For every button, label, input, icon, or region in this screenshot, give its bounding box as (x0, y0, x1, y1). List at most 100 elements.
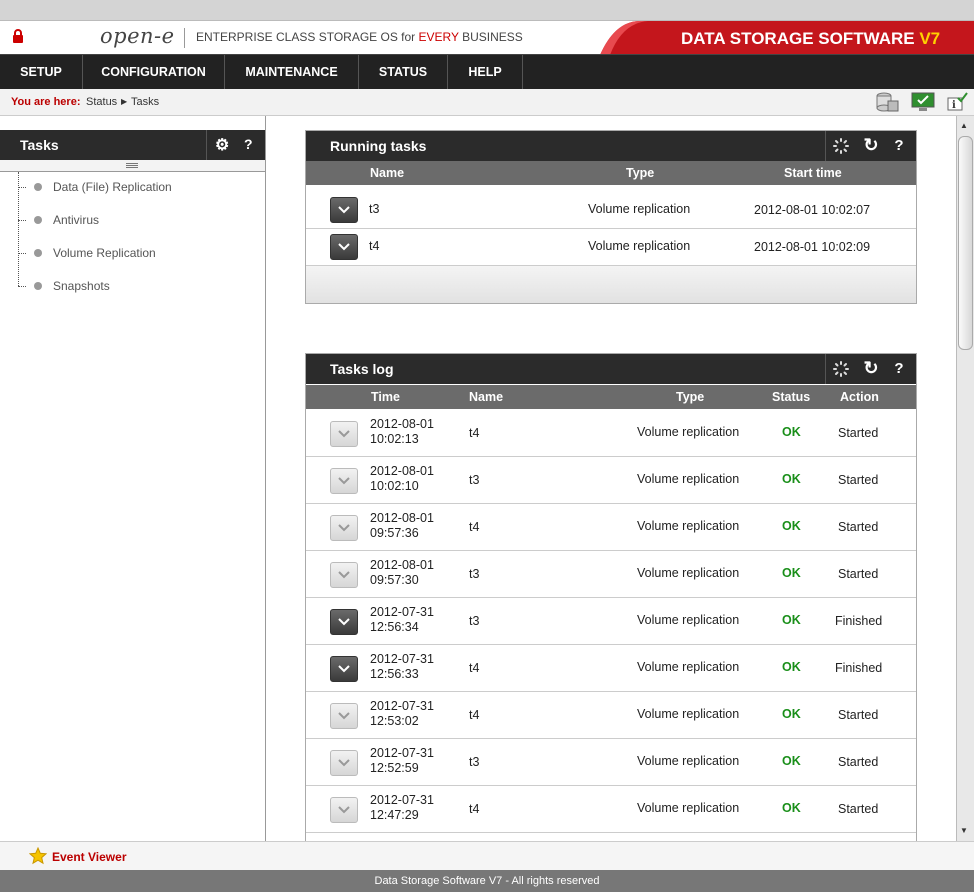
column-start-time[interactable]: Start time (784, 166, 842, 180)
column-status[interactable]: Status (772, 390, 810, 404)
divider (825, 131, 826, 161)
column-name[interactable]: Name (370, 166, 404, 180)
log-date: 2012-07-31 (370, 793, 434, 807)
scrollbar-thumb[interactable] (958, 136, 973, 350)
expand-button[interactable] (330, 562, 358, 588)
log-date: 2012-08-01 (370, 511, 434, 525)
column-name[interactable]: Name (469, 390, 503, 404)
sidebar-item-data-file-replication[interactable]: Data (File) Replication (53, 180, 172, 194)
chevron-down-icon (338, 712, 350, 720)
sidebar-item-volume-replication[interactable]: Volume Replication (53, 246, 156, 260)
tasks-log-header: Tasks log ↻ ? (306, 354, 916, 384)
spinner-icon[interactable] (832, 137, 850, 155)
log-task-name: t4 (469, 708, 480, 722)
help-icon[interactable]: ? (244, 136, 253, 152)
log-time: 09:57:30 (370, 573, 419, 587)
help-icon[interactable]: ? (890, 137, 908, 155)
main-menu: SETUP CONFIGURATION MAINTENANCE STATUS H… (0, 54, 974, 90)
event-bar: Event Viewer (0, 841, 974, 871)
help-icon[interactable]: ? (890, 360, 908, 378)
task-name: t3 (369, 202, 380, 216)
log-action: Started (838, 520, 879, 534)
info-check-icon[interactable]: i (946, 92, 968, 112)
table-row: t4 Volume replication 2012-08-01 10:02:0… (306, 229, 916, 266)
task-type: Volume replication (588, 239, 691, 253)
breadcrumb-item-tasks: Tasks (131, 96, 160, 108)
monitor-check-icon[interactable] (911, 92, 935, 112)
divider (206, 130, 207, 160)
log-time: 09:57:36 (370, 526, 419, 540)
spinner-icon[interactable] (832, 360, 850, 378)
log-task-type: Volume replication (637, 754, 740, 768)
status-badge: OK (782, 707, 801, 721)
tagline-prefix: ENTERPRISE CLASS STORAGE OS for (196, 30, 419, 44)
product-title: DATA STORAGE SOFTWARE V7 (681, 29, 940, 49)
menu-setup[interactable]: SETUP (0, 55, 83, 90)
menu-help[interactable]: HELP (448, 55, 523, 90)
log-task-name: t4 (469, 802, 480, 816)
status-badge: OK (782, 754, 801, 768)
table-row: 2012-08-01 09:57:30 t3 Volume replication OK… (306, 551, 916, 598)
scroll-down-icon[interactable]: ▼ (960, 826, 968, 835)
log-action: Finished (835, 661, 883, 675)
chevron-right-icon: ▶ (121, 97, 128, 106)
log-time: 12:56:33 (370, 667, 419, 681)
tree-branch (18, 220, 26, 221)
table-row: 2012-08-01 10:02:13 t4 Volume replication OK… (306, 410, 916, 457)
refresh-icon[interactable]: ↻ (862, 358, 880, 378)
expand-button[interactable] (330, 468, 358, 494)
log-task-name: t3 (469, 614, 480, 628)
log-task-type: Volume replication (637, 660, 740, 674)
expand-button[interactable] (330, 234, 358, 260)
event-viewer-link[interactable]: Event Viewer (52, 850, 126, 864)
chevron-down-icon (338, 806, 350, 814)
sidebar-resize-handle[interactable] (0, 160, 265, 172)
expand-button[interactable] (330, 609, 358, 635)
tagline-highlight: EVERY (418, 30, 459, 44)
log-time: 12:52:59 (370, 761, 419, 775)
menu-configuration[interactable]: CONFIGURATION (83, 55, 225, 90)
column-action[interactable]: Action (840, 390, 879, 404)
table-row: 2012-07-31 12:56:34 t3 Volume replication OK… (306, 598, 916, 645)
log-task-name: t3 (469, 473, 480, 487)
menu-status[interactable]: STATUS (359, 55, 448, 90)
table-row: 2012-08-01 10:02:10 t3 Volume replication OK… (306, 457, 916, 504)
tasks-log-columns: Time Name Type Status Action (306, 385, 916, 409)
expand-button[interactable] (330, 421, 358, 447)
menu-maintenance[interactable]: MAINTENANCE (225, 55, 359, 90)
log-date: 2012-07-31 (370, 605, 434, 619)
table-row: 2012-07-31 12:53:02 t4 Volume replication OK… (306, 692, 916, 739)
table-row: 2012-07-31 12:56:33 t4 Volume replication OK… (306, 645, 916, 692)
expand-button[interactable] (330, 515, 358, 541)
star-icon[interactable] (29, 847, 47, 865)
refresh-icon[interactable]: ↻ (862, 135, 880, 155)
running-tasks-panel: Running tasks ↻ ? Name Type Start time t… (305, 130, 917, 304)
column-time[interactable]: Time (371, 390, 400, 404)
log-task-type: Volume replication (637, 472, 740, 486)
breadcrumb-item-status[interactable]: Status (86, 96, 117, 108)
breadcrumb-label: You are here: (11, 96, 81, 108)
lock-icon[interactable] (12, 29, 24, 43)
sidebar-title: Tasks (20, 137, 59, 153)
log-task-name: t3 (469, 567, 480, 581)
sidebar-item-antivirus[interactable]: Antivirus (53, 213, 99, 227)
chevron-down-icon (338, 571, 350, 579)
column-type[interactable]: Type (676, 390, 704, 404)
log-date: 2012-08-01 (370, 464, 434, 478)
database-icon[interactable] (875, 91, 899, 113)
scroll-up-icon[interactable]: ▲ (960, 121, 968, 130)
expand-button[interactable] (330, 703, 358, 729)
log-task-name: t4 (469, 426, 480, 440)
sidebar-item-snapshots[interactable]: Snapshots (53, 279, 110, 293)
expand-button[interactable] (330, 197, 358, 223)
gear-icon[interactable]: ⚙ (215, 135, 229, 155)
expand-button[interactable] (330, 750, 358, 776)
bullet-icon (34, 216, 42, 224)
chevron-down-icon (338, 618, 350, 626)
table-row: 2012-07-31 12:52:59 t3 Volume replication OK… (306, 739, 916, 786)
expand-button[interactable] (330, 656, 358, 682)
expand-button[interactable] (330, 797, 358, 823)
log-task-name: t4 (469, 520, 480, 534)
tasks-log-panel: Tasks log ↻ ? Time Name Type Status Acti… (305, 353, 917, 842)
column-type[interactable]: Type (626, 166, 654, 180)
